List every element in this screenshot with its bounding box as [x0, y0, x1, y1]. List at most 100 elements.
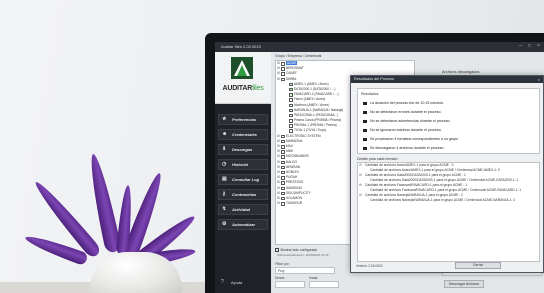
tree-checkbox[interactable] [281, 165, 285, 170]
tree-checkbox[interactable] [281, 62, 285, 66]
help-icon: ? [221, 279, 224, 285]
tree-row-label: NOBLEX [286, 169, 299, 174]
document-icon: ▤ [222, 176, 227, 182]
tree-row-label: TAGMOUR [286, 201, 303, 206]
show-all-checkbox[interactable]: Mostrar todo configurado [275, 248, 317, 252]
result-item: No se ignoraron archivos durante el proc… [363, 128, 442, 132]
gear-icon: ⚙ [222, 221, 227, 227]
tree-checkbox[interactable] [289, 119, 293, 123]
result-item: Se procesaron 4 formatos correspondiente… [363, 137, 458, 141]
users-icon: ☻ [222, 131, 228, 137]
tree-checkbox[interactable] [281, 67, 285, 71]
help-button[interactable]: ? Ayuda [218, 278, 268, 288]
tree-row-label: AMEX-1 (AMEX / Amex) [294, 81, 329, 86]
nav-item-contrasenas[interactable]: ⚷ Contraseñas [218, 189, 268, 200]
tree-row-label: CANEF [286, 71, 297, 76]
tree-checkbox[interactable] [289, 124, 293, 128]
tree-row-label: Fiserv (AMEX / Amex) [294, 97, 326, 102]
tree-row-label: DIMRA [286, 76, 297, 81]
tree-checkbox[interactable] [281, 186, 285, 190]
detail-label: Detalle para cada formato: [357, 157, 399, 161]
logo-text: AUDITARfiles [222, 85, 264, 92]
dialog-title-bar: Resultados del Proceso × [351, 76, 543, 83]
tree-row-label: MIMI [286, 149, 294, 154]
maximize-icon[interactable]: □ [527, 44, 532, 49]
filter-label: Filtrar por: [275, 262, 290, 266]
nav-item-historial[interactable]: ◷ Historial [218, 159, 268, 170]
tree-checkbox[interactable] [289, 88, 293, 92]
activity-icon: ↯ [222, 206, 227, 212]
download-icon: ⬇ [222, 146, 227, 152]
nav-item-descargas[interactable]: ⬇ Descargas [218, 144, 268, 155]
tree-row-label: FAVACARD-1 (FAVACARD / ...) [294, 92, 339, 97]
logo-mark-icon [231, 57, 253, 79]
tree-checkbox[interactable] [289, 93, 293, 97]
tree-checkbox[interactable] [281, 77, 285, 82]
tree-checkbox[interactable] [281, 134, 285, 139]
nav-item-actividad[interactable]: ↯ Actividad [218, 204, 268, 215]
tree-checkbox[interactable] [289, 82, 293, 87]
key-icon: ⚷ [222, 191, 226, 197]
download-files-button[interactable]: Descargar Archivos [444, 280, 484, 288]
tree-row-label: MOONMUNDRI [286, 154, 309, 159]
tree-checkbox[interactable] [281, 72, 285, 76]
sidebar-nav: ★ Preferencias ☻ Credenciales ⬇ Descargas ◷… [218, 114, 268, 234]
tree-row-label: MARADIVA [286, 138, 303, 143]
result-item: No se detectaron errores durante el proc… [363, 110, 442, 114]
tree-row-label: PRISMA-1 (PRISMA / Prisma) [294, 123, 337, 128]
tree-checkbox[interactable] [289, 103, 293, 107]
detail-row: Cantidad de archivos Naranja/NARANJA-1 p… [370, 198, 516, 202]
tree-checkbox[interactable] [281, 139, 285, 144]
filter-select[interactable]: Proy [275, 267, 335, 274]
close-dialog-button[interactable]: Cerrar [455, 262, 501, 269]
detail-tree[interactable]: Cantidad de archivos Amex/AMEX-1 para el… [357, 162, 540, 262]
tree-row-label: PATAGONIA-1 (PATAGONIA...) [294, 112, 339, 117]
tree-row-label: NEWSAN [286, 164, 300, 169]
tree-checkbox[interactable] [281, 191, 285, 196]
tree-checkbox[interactable] [281, 196, 285, 201]
tree-checkbox[interactable] [281, 181, 285, 185]
result-item: La duración del proceso fue de 10:15 min… [363, 101, 444, 105]
tree-checkbox[interactable] [281, 145, 285, 149]
tree-checkbox[interactable] [289, 129, 293, 133]
tree-checkbox[interactable] [281, 202, 285, 206]
nav-item-automatizar[interactable]: ⚙ Automatizar [218, 219, 268, 230]
to-date-input[interactable] [309, 281, 339, 288]
tree-checkbox[interactable] [281, 170, 285, 175]
results-label: Resultados [361, 92, 379, 96]
minimize-icon[interactable]: – [518, 44, 523, 49]
nav-item-consultar-log[interactable]: ▤ Consultar Log [218, 174, 268, 185]
nav-item-credenciales[interactable]: ☻ Credenciales [218, 129, 268, 140]
close-icon[interactable]: × [536, 44, 541, 49]
bullet-icon [363, 101, 367, 105]
tree-row-label: BEROSMAT [286, 66, 304, 71]
tree-checkbox[interactable] [281, 160, 285, 165]
star-icon: ★ [222, 116, 227, 122]
title-bar: Auditar files 2.00.0015 – □ × [215, 42, 544, 52]
tree-row-label: SAMSUNG [286, 185, 303, 190]
tree-row-label: MAX [286, 144, 293, 148]
bullet-icon [363, 128, 367, 132]
to-label: Hasta: [309, 276, 319, 280]
tree-row-label: SEA SIMPLICITY [286, 190, 311, 195]
tree-row-label: DATA2000-1 (DATA2000 / ...) [294, 86, 336, 91]
result-item: No se detectaron advertencias durante el… [363, 119, 451, 123]
bullet-icon [363, 137, 367, 141]
from-date-input[interactable] [275, 281, 305, 288]
bullet-icon [363, 110, 367, 114]
results-dialog: Resultados del Proceso × Resultados La du… [350, 75, 544, 273]
tree-checkbox[interactable] [281, 150, 285, 154]
dialog-close-icon[interactable]: × [538, 76, 540, 83]
checkbox-box[interactable] [275, 248, 279, 252]
nav-item-preferencias[interactable]: ★ Preferencias [218, 114, 268, 125]
from-label: Desde: [275, 276, 286, 280]
tree-row-label: Prisma Caroa (PRISMA / Prisma) [294, 118, 342, 123]
tree-checkbox[interactable] [281, 176, 285, 180]
tree-checkbox[interactable] [289, 113, 293, 118]
expand-icon[interactable]: ⊞ [277, 201, 280, 206]
tree-checkbox[interactable] [289, 98, 293, 102]
tree-row-label: NARANJA-1 (NARANJA / Naranja) [294, 107, 344, 112]
tree-checkbox[interactable] [289, 108, 293, 113]
tree-checkbox[interactable] [281, 155, 285, 159]
window-title: Auditar files 2.00.0015 [221, 44, 261, 49]
